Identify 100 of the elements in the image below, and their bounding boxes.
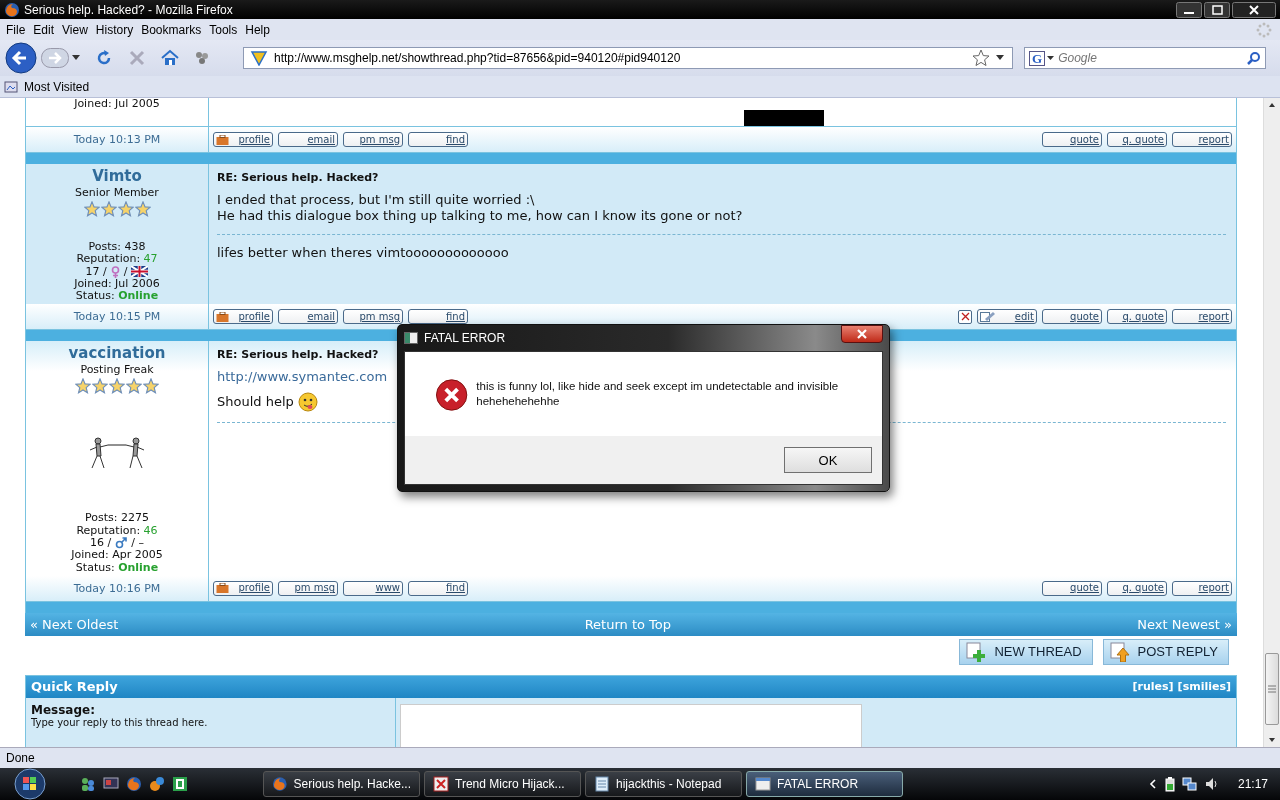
- male-icon: [115, 537, 128, 550]
- app-icon[interactable]: [172, 776, 188, 792]
- post-action-button[interactable]: report: [1172, 309, 1232, 325]
- battery-icon[interactable]: [1163, 776, 1176, 792]
- post-action-button[interactable]: find: [408, 132, 468, 147]
- post-action-button[interactable]: q. quote: [1107, 309, 1167, 325]
- post-action-button[interactable]: q. quote: [1107, 580, 1167, 596]
- post-action-button[interactable]: pm msg: [343, 309, 403, 325]
- joined-date: Joined: Apr 2005: [71, 549, 163, 562]
- addon-icon[interactable]: [194, 50, 210, 66]
- bookmark-folder[interactable]: Most Visited: [4, 79, 90, 94]
- post-action-button[interactable]: report: [1172, 580, 1232, 596]
- reload-icon[interactable]: [95, 49, 113, 67]
- post-subject: RE: Serious help. Hacked?: [217, 171, 380, 184]
- thread-action-button[interactable]: POST REPLY: [1102, 638, 1229, 665]
- people-icon[interactable]: [80, 776, 96, 792]
- caret-icon[interactable]: [1047, 55, 1055, 61]
- close-icon[interactable]: [1232, 1, 1276, 18]
- thread-action-button[interactable]: NEW THREAD: [959, 638, 1093, 665]
- search-icon[interactable]: [1247, 51, 1261, 65]
- firefox-icon[interactable]: [126, 776, 142, 792]
- message-label: Message:: [31, 702, 96, 717]
- menu-item[interactable]: File: [2, 22, 30, 37]
- briefcase-icon: [216, 312, 229, 322]
- desktop-icon[interactable]: [103, 776, 119, 792]
- post-text: He had this dialogue box thing up talking to me, how can I know its gone or not?: [217, 208, 744, 224]
- post-action-button[interactable]: find: [408, 580, 468, 596]
- user-rank: Posting Freak: [80, 363, 154, 378]
- post-action-button[interactable]: email: [278, 309, 338, 325]
- menu-item[interactable]: Tools: [205, 22, 242, 37]
- flag-icon: [131, 266, 149, 278]
- star-icon: [92, 378, 108, 395]
- status-label: Status:: [75, 290, 115, 303]
- star-icon: [126, 378, 142, 395]
- minimize-icon[interactable]: [1176, 1, 1202, 18]
- post-action-button[interactable]: profile: [213, 132, 273, 147]
- scrollbar[interactable]: [1263, 98, 1280, 747]
- message-field[interactable]: [400, 703, 862, 747]
- address-bar[interactable]: http://www.msghelp.net/showthread.php?tid=87656&pid=940120#pid940120: [243, 47, 1013, 69]
- post-action-button[interactable]: profile: [213, 580, 273, 596]
- post-action-button[interactable]: quote: [1042, 132, 1102, 147]
- status-text: Done: [6, 751, 35, 765]
- post-action-button[interactable]: www: [343, 580, 403, 596]
- post-action-button[interactable]: edit: [977, 309, 1037, 325]
- briefcase-icon: [216, 134, 229, 145]
- dialog-title: FATAL ERROR: [424, 331, 506, 345]
- menu-item[interactable]: Bookmarks: [137, 22, 206, 37]
- username-link[interactable]: vaccination: [68, 344, 166, 364]
- message-hint: Type your reply to this thread here.: [31, 716, 209, 728]
- post-action-button[interactable]: quote: [1042, 580, 1102, 596]
- home-icon[interactable]: [161, 49, 179, 67]
- joined-date: Joined: Jul 2005: [74, 98, 160, 111]
- tool-icon[interactable]: [149, 776, 165, 792]
- user-details: 16 /: [90, 537, 112, 550]
- maximize-icon[interactable]: [1204, 1, 1230, 18]
- post-action-button[interactable]: profile: [213, 309, 273, 325]
- post-action-button[interactable]: quote: [1042, 309, 1102, 325]
- post-action-button[interactable]: email: [278, 132, 338, 147]
- taskbar-button[interactable]: FATAL ERROR: [746, 771, 903, 797]
- post-text: Should help: [217, 394, 294, 411]
- smiley-icon: [297, 392, 318, 413]
- post-time: Today 10:13 PM: [73, 133, 161, 146]
- chevron-icon[interactable]: [1147, 778, 1158, 790]
- search-field[interactable]: G Google: [1024, 47, 1266, 69]
- post-action-button[interactable]: pm msg: [278, 580, 338, 596]
- firefox-icon: [4, 1, 20, 18]
- user-rank: Senior Member: [75, 186, 159, 200]
- star-icon[interactable]: [972, 49, 990, 67]
- post-action-button[interactable]: report: [1172, 132, 1232, 147]
- star-icon: [75, 378, 91, 395]
- reputation-value: 47: [143, 253, 158, 266]
- delete-button[interactable]: [958, 310, 972, 324]
- taskbar-button[interactable]: Serious help. Hacke...: [263, 771, 420, 797]
- menu-item[interactable]: History: [91, 22, 138, 37]
- post-action-button[interactable]: pm msg: [343, 132, 403, 147]
- status-value: Online: [118, 561, 159, 574]
- taskbar-button[interactable]: Trend Micro Hijack...: [424, 771, 581, 797]
- reputation-label: Reputation:: [76, 524, 141, 538]
- throbber-icon: [1256, 21, 1272, 38]
- notepad-icon: [594, 776, 610, 792]
- menu-item[interactable]: View: [58, 22, 92, 37]
- ok-button[interactable]: OK: [784, 447, 872, 473]
- window-title: Serious help. Hacked? - Mozilla Firefox: [24, 2, 233, 17]
- search-engine-logo[interactable]: G: [1029, 50, 1046, 66]
- close-button[interactable]: [841, 325, 883, 343]
- post-action-button[interactable]: q. quote: [1107, 132, 1167, 147]
- grip-icon[interactable]: [1268, 685, 1276, 693]
- network-icon[interactable]: [1181, 776, 1198, 792]
- caret-icon[interactable]: [72, 55, 80, 61]
- caret-icon[interactable]: [996, 55, 1004, 61]
- speaker-icon[interactable]: [1203, 776, 1220, 792]
- bookmark-icon: [4, 79, 18, 94]
- taskbar-button[interactable]: hijackthis - Notepad: [585, 771, 742, 797]
- star-icon: [134, 201, 151, 217]
- back-icon[interactable]: [4, 42, 38, 74]
- menu-item[interactable]: Help: [241, 22, 274, 37]
- plus-icon: [966, 641, 987, 662]
- menu-item[interactable]: Edit: [29, 22, 59, 37]
- username-link[interactable]: Vimto: [92, 167, 142, 186]
- post-action-button[interactable]: find: [408, 309, 468, 325]
